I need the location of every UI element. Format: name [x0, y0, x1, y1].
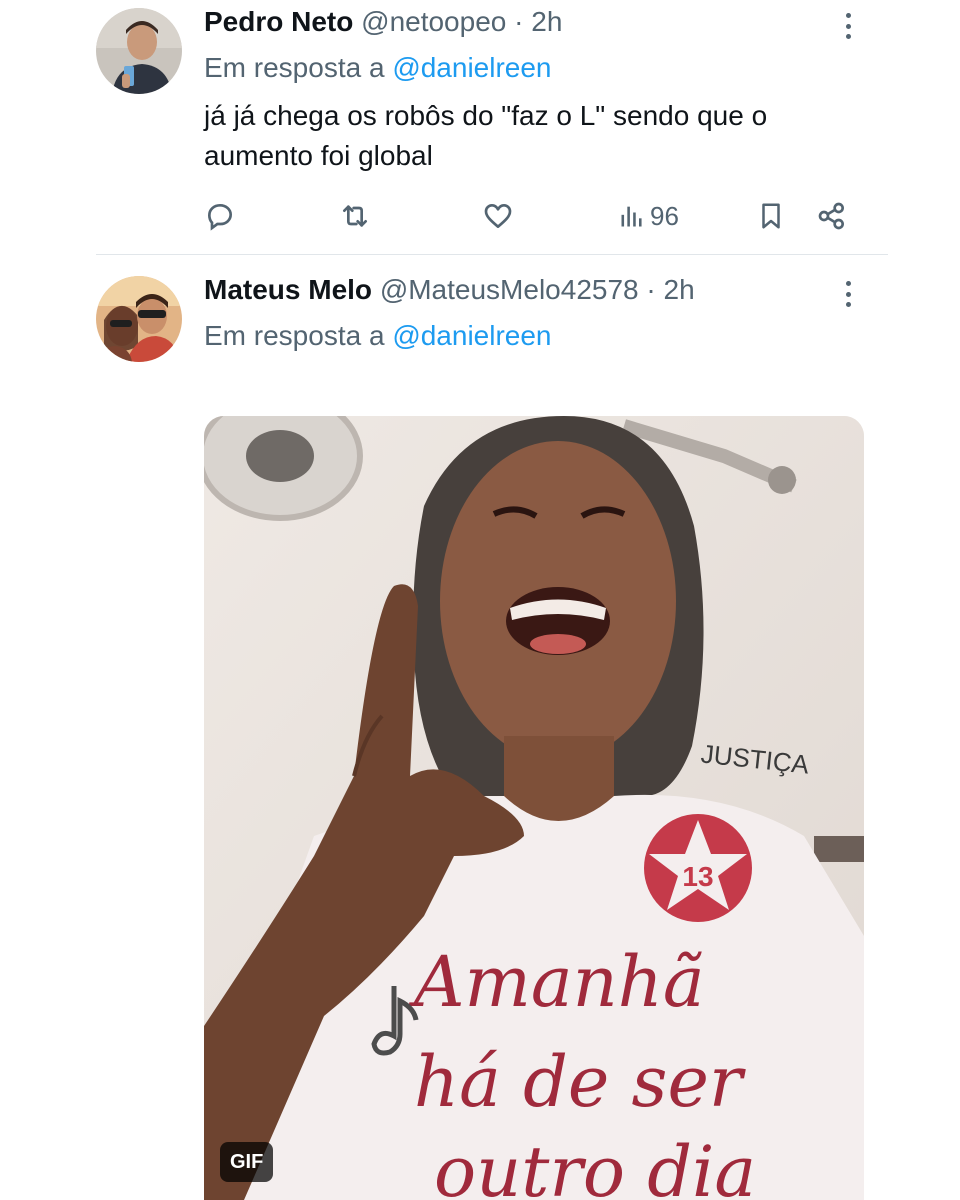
tweet-header: Mateus Melo @MateusMelo42578 · 2h: [204, 272, 695, 308]
tweet-actions: 96: [204, 196, 864, 236]
reply-context: Em resposta a @danielreen: [204, 50, 552, 86]
separator-dot: ·: [646, 274, 656, 305]
views-button[interactable]: 96: [618, 196, 679, 236]
display-name[interactable]: Mateus Melo: [204, 274, 372, 305]
bookmark-icon: [762, 203, 780, 229]
tweet-text: já já chega os robôs do "faz o L" sendo …: [204, 100, 768, 171]
views-count: 96: [650, 200, 679, 231]
user-handle[interactable]: @netoopeo: [361, 6, 506, 37]
avatar[interactable]: [96, 276, 182, 362]
views-icon: [621, 206, 642, 227]
more-options-icon[interactable]: [838, 10, 858, 42]
avatar[interactable]: [96, 8, 182, 94]
shirt-text-line-1: Amanhã: [408, 941, 705, 1023]
reply-context: Em resposta a @danielreen: [204, 318, 552, 354]
user-handle[interactable]: @MateusMelo42578: [380, 274, 639, 305]
gif-badge: GIF: [220, 1142, 274, 1182]
share-icon: [818, 202, 844, 230]
retweet-button[interactable]: [338, 196, 372, 236]
reply-prefix: Em resposta a: [204, 320, 385, 351]
more-options-icon[interactable]: [838, 278, 858, 310]
timestamp[interactable]: 2h: [664, 274, 695, 305]
separator-dot: ·: [514, 6, 524, 37]
reply-prefix: Em resposta a: [204, 52, 385, 83]
reply-mention-link[interactable]: @danielreen: [392, 52, 551, 83]
badge-number: 13: [682, 861, 713, 892]
reply-button[interactable]: [204, 196, 236, 236]
shirt-text-line-3: outro dia: [434, 1131, 756, 1200]
tweet-header: Pedro Neto @netoopeo · 2h: [204, 4, 562, 40]
timestamp[interactable]: 2h: [531, 6, 562, 37]
tweet-pedro-neto[interactable]: Pedro Neto @netoopeo · 2h Em resposta a …: [0, 0, 960, 254]
gif-frame-image: 13 JUSTIÇA Amanhã há de ser outro dia: [204, 416, 864, 1200]
bookmark-button[interactable]: [756, 196, 786, 236]
shirt-text-line-2: há de ser: [414, 1041, 746, 1123]
reply-icon: [207, 203, 233, 231]
share-button[interactable]: [816, 196, 848, 236]
display-name[interactable]: Pedro Neto: [204, 6, 353, 37]
retweet-icon: [343, 205, 367, 227]
reply-mention-link[interactable]: @danielreen: [392, 320, 551, 351]
gif-media[interactable]: 13 JUSTIÇA Amanhã há de ser outro dia GI…: [204, 416, 864, 1200]
heart-icon: [484, 204, 512, 228]
like-button[interactable]: [482, 196, 514, 236]
